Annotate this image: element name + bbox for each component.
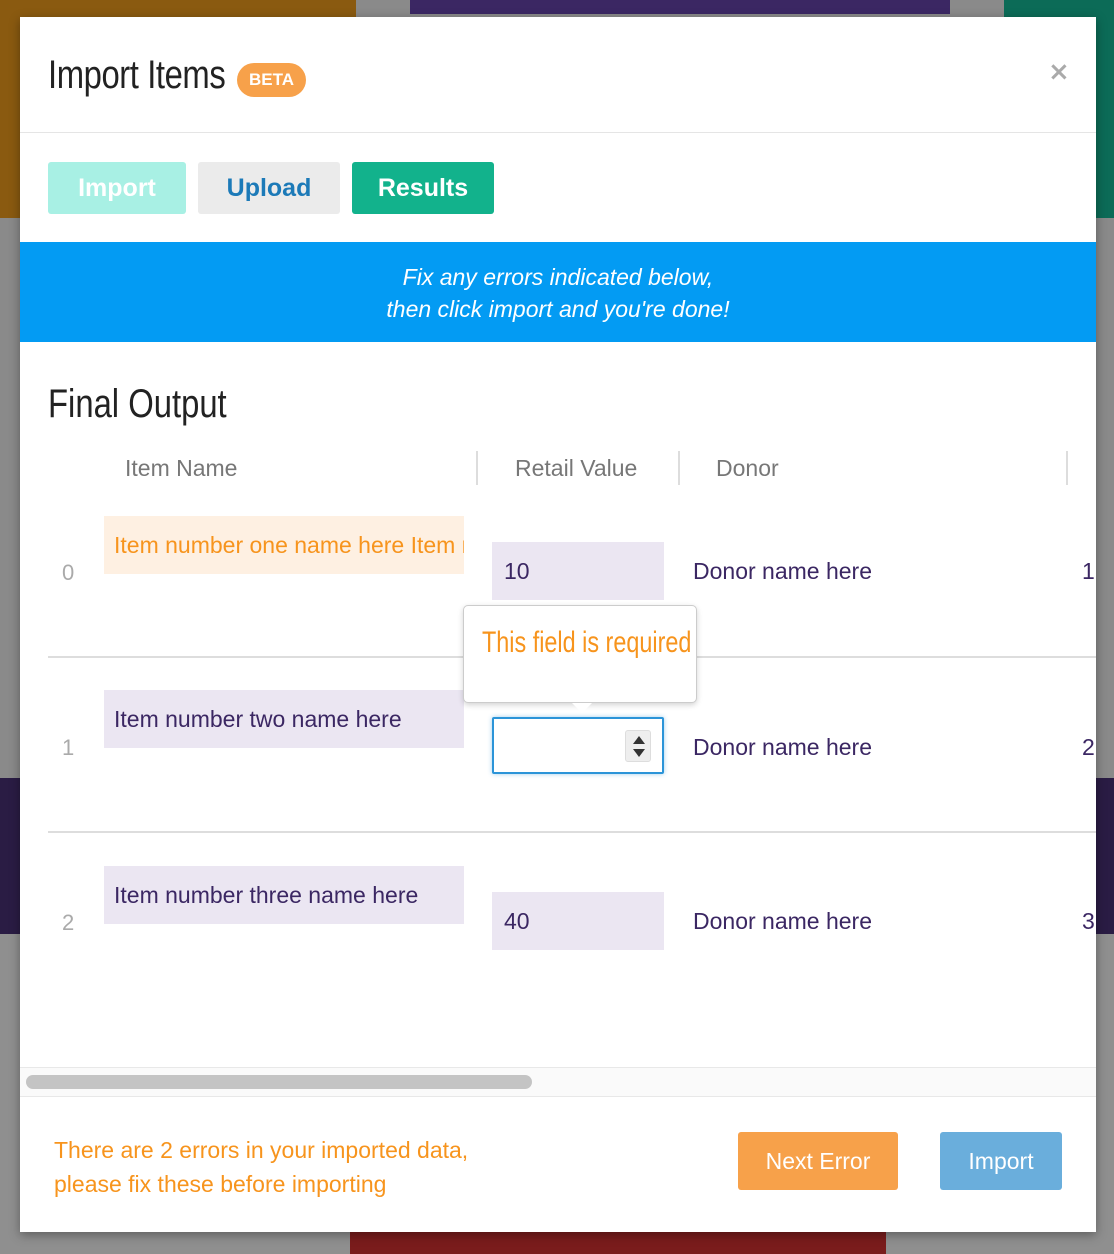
beta-badge: BETA bbox=[237, 63, 307, 97]
column-header-item-name: Item Name bbox=[125, 455, 238, 481]
tooltip-text: This field is required bbox=[482, 626, 692, 659]
error-summary: There are 2 errors in your imported data… bbox=[54, 1133, 468, 1201]
tab-import[interactable]: Import bbox=[48, 162, 186, 214]
error-summary-line2: please fix these before importing bbox=[54, 1171, 387, 1197]
column-separator[interactable] bbox=[476, 451, 478, 485]
import-items-modal: Import Items BETA × Import Upload Result… bbox=[20, 17, 1096, 1232]
extra-cell[interactable]: 2 bbox=[1082, 718, 1098, 776]
donor-cell[interactable]: Donor name here bbox=[693, 542, 872, 600]
scrollbar-thumb[interactable] bbox=[26, 1075, 532, 1089]
item-name-cell[interactable]: Item number three name here bbox=[104, 866, 464, 924]
column-separator[interactable] bbox=[678, 451, 680, 485]
column-separator[interactable] bbox=[1066, 451, 1068, 485]
column-header-retail-value: Retail Value bbox=[515, 455, 638, 481]
extra-cell[interactable]: 3 bbox=[1082, 892, 1098, 950]
extra-cell[interactable]: 1 bbox=[1082, 542, 1098, 600]
tab-upload[interactable]: Upload bbox=[198, 162, 340, 214]
horizontal-scrollbar[interactable] bbox=[20, 1067, 1096, 1097]
next-error-button[interactable]: Next Error bbox=[738, 1132, 898, 1190]
row-index: 0 bbox=[62, 560, 75, 585]
close-icon[interactable]: × bbox=[1048, 57, 1070, 87]
retail-value-cell[interactable]: 40 bbox=[492, 892, 664, 950]
background-red-banner bbox=[350, 1232, 886, 1254]
donor-cell[interactable]: Donor name here bbox=[693, 718, 872, 776]
info-banner: Fix any errors indicated below, then cli… bbox=[20, 242, 1096, 342]
modal-header: Import Items BETA × bbox=[20, 17, 1096, 133]
section-title: Final Output bbox=[48, 382, 227, 426]
error-summary-line1: There are 2 errors in your imported data… bbox=[54, 1137, 469, 1163]
row-index: 1 bbox=[62, 735, 75, 760]
item-name-cell[interactable]: Item number two name here bbox=[104, 690, 464, 748]
import-button[interactable]: Import bbox=[940, 1132, 1062, 1190]
spinner-down-icon[interactable] bbox=[633, 749, 645, 757]
info-banner-line2: then click import and you're done! bbox=[386, 296, 730, 322]
item-name-cell-error[interactable]: Item number one name here Item number on… bbox=[104, 516, 464, 574]
column-header-donor: Donor bbox=[716, 455, 779, 481]
tooltip-arrow bbox=[572, 703, 592, 713]
row-index: 2 bbox=[62, 910, 75, 935]
tab-results[interactable]: Results bbox=[352, 162, 494, 214]
validation-tooltip: This field is required bbox=[463, 605, 697, 713]
donor-cell[interactable]: Donor name here bbox=[693, 892, 872, 950]
row-divider bbox=[48, 831, 1096, 833]
number-spinner[interactable] bbox=[625, 730, 651, 762]
background-purple-card bbox=[410, 0, 950, 14]
modal-title: Import Items bbox=[48, 53, 226, 97]
retail-value-cell[interactable]: 10 bbox=[492, 542, 664, 600]
spinner-up-icon[interactable] bbox=[633, 736, 645, 744]
info-banner-line1: Fix any errors indicated below, bbox=[402, 264, 714, 290]
